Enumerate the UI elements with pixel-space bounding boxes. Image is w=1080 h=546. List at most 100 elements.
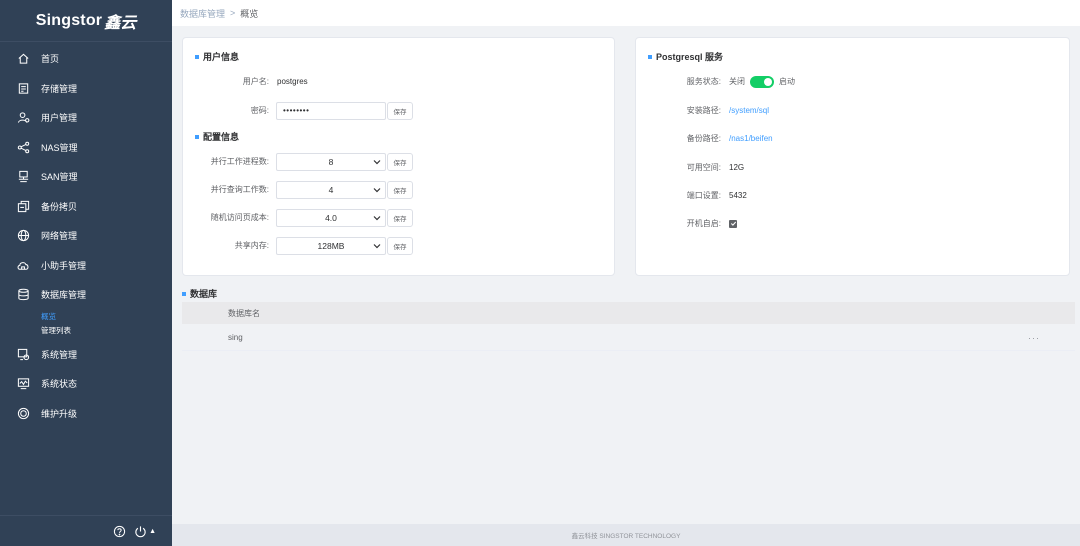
free-space-row: 可用空间: 12G bbox=[636, 158, 744, 177]
breadcrumb-current: 概览 bbox=[240, 8, 259, 19]
breadcrumb-separator: > bbox=[230, 8, 236, 18]
sidebar-item-label: 维护升级 bbox=[41, 408, 78, 419]
backup-label: 备份路径: bbox=[686, 134, 721, 143]
save-shared-memory-button[interactable]: 保存 bbox=[387, 236, 413, 255]
table-row[interactable]: sing ··· bbox=[182, 324, 1075, 351]
sidebar-item-storage[interactable]: 存储管理 bbox=[0, 74, 172, 104]
sidebar-item-database[interactable]: 数据库管理 bbox=[0, 280, 172, 310]
column-header-name: 数据库名 bbox=[228, 308, 260, 318]
autostart-checkbox[interactable] bbox=[729, 219, 737, 228]
install-label: 安装路径: bbox=[686, 106, 721, 115]
sidebar-item-san[interactable]: SAN管理 bbox=[0, 162, 172, 192]
section-marker bbox=[182, 291, 186, 296]
workers-select[interactable]: 8 bbox=[276, 152, 386, 171]
config-row-shared-memory: 共享内存: 128MB 保存 bbox=[183, 236, 413, 255]
breadcrumb-parent[interactable]: 数据库管理 bbox=[180, 7, 225, 20]
service-toggle[interactable] bbox=[750, 75, 774, 88]
backup-path-link[interactable]: /nas1/beifen bbox=[729, 134, 773, 143]
username-row: 用户名: postgres bbox=[183, 72, 308, 91]
service-status-row: 服务状态: 关闭 启动 bbox=[636, 72, 795, 91]
power-icon[interactable] bbox=[134, 525, 147, 538]
database-icon bbox=[16, 288, 30, 302]
select-value: 8 bbox=[328, 156, 334, 167]
monitor-icon bbox=[16, 377, 30, 391]
chevron-down-icon bbox=[373, 215, 381, 220]
cloud-icon bbox=[16, 258, 30, 272]
sidebar-item-system[interactable]: 系统管理 bbox=[0, 340, 172, 370]
sidebar-item-maintenance[interactable]: 维护升级 bbox=[0, 399, 172, 429]
sidebar-item-label: 数据库管理 bbox=[41, 290, 87, 301]
shared-memory-select[interactable]: 128MB bbox=[276, 236, 386, 255]
postgres-title-text: Postgresql 服务 bbox=[656, 52, 724, 62]
logo[interactable]: Singstor 鑫云 bbox=[0, 0, 172, 42]
save-workers-button[interactable]: 保存 bbox=[387, 152, 413, 171]
database-title: 数据库 bbox=[182, 287, 217, 300]
password-label: 密码: bbox=[250, 106, 269, 115]
sidebar-footer: ▲ bbox=[0, 515, 172, 546]
page-cost-select[interactable]: 4.0 bbox=[276, 208, 386, 227]
save-query-workers-button[interactable]: 保存 bbox=[387, 180, 413, 199]
sidebar-nav: 首页 存储管理 用户管理 NAS管理 SAN管理 备份拷贝 网络管理 小助手管理… bbox=[0, 42, 172, 310]
config-row-workers: 并行工作进程数: 8 保存 bbox=[183, 152, 413, 171]
sidebar-item-label: 系统状态 bbox=[41, 379, 78, 390]
password-field[interactable]: •••••••• bbox=[276, 101, 386, 120]
sidebar-item-backup[interactable]: 备份拷贝 bbox=[0, 192, 172, 222]
postgres-card: Postgresql 服务 服务状态: 关闭 启动 安装路径: /system/… bbox=[635, 37, 1070, 276]
save-password-button[interactable]: 保存 bbox=[387, 101, 413, 120]
sidebar-item-label: 存储管理 bbox=[41, 83, 78, 94]
username-value: postgres bbox=[277, 77, 308, 86]
share-icon bbox=[16, 140, 30, 154]
postgres-title: Postgresql 服务 bbox=[648, 50, 723, 63]
database-name: sing bbox=[228, 332, 243, 342]
help-icon[interactable] bbox=[113, 525, 126, 538]
install-path-link[interactable]: /system/sql bbox=[729, 106, 769, 115]
sidebar-nav-lower: 系统管理 系统状态 维护升级 bbox=[0, 338, 172, 429]
config-info-title-text: 配置信息 bbox=[203, 132, 240, 142]
port-row: 端口设置: 5432 bbox=[636, 186, 747, 205]
sidebar-item-home[interactable]: 首页 bbox=[0, 44, 172, 74]
section-marker bbox=[195, 134, 199, 139]
server-icon bbox=[16, 170, 30, 184]
config-info-title: 配置信息 bbox=[195, 130, 239, 143]
table-header: 数据库名 bbox=[182, 302, 1075, 324]
sidebar-item-label: 小助手管理 bbox=[41, 260, 87, 271]
logo-mark: 鑫云 bbox=[104, 14, 137, 32]
sidebar-item-label: 用户管理 bbox=[41, 113, 78, 124]
copy-icon bbox=[16, 199, 30, 213]
sidebar-item-label: NAS管理 bbox=[41, 142, 78, 153]
port-value: 5432 bbox=[729, 191, 747, 200]
password-row: 密码: •••••••• 保存 bbox=[183, 101, 413, 120]
sidebar-item-label: 系统管理 bbox=[41, 349, 78, 360]
select-value: 128MB bbox=[317, 240, 345, 251]
sidebar-item-nas[interactable]: NAS管理 bbox=[0, 133, 172, 163]
sidebar: Singstor 鑫云 首页 存储管理 用户管理 NAS管理 SAN管理 备份拷… bbox=[0, 0, 172, 546]
more-actions-icon[interactable]: ··· bbox=[1028, 333, 1040, 343]
section-marker bbox=[195, 54, 199, 59]
chevron-down-icon bbox=[373, 159, 381, 164]
subnav-manage-list[interactable]: 管理列表 bbox=[0, 324, 172, 338]
switch-on-label: 启动 bbox=[779, 77, 795, 86]
sidebar-item-network[interactable]: 网络管理 bbox=[0, 221, 172, 251]
switch-off-label: 关闭 bbox=[729, 77, 745, 86]
sidebar-item-assistant[interactable]: 小助手管理 bbox=[0, 251, 172, 281]
check-icon bbox=[730, 221, 736, 226]
username-label: 用户名: bbox=[242, 77, 269, 86]
config-label: 并行查询工作数: bbox=[210, 185, 269, 194]
space-value: 12G bbox=[729, 163, 745, 172]
section-marker bbox=[648, 54, 652, 59]
database-table: 数据库名 sing ··· bbox=[182, 302, 1075, 351]
caret-up-icon[interactable]: ▲ bbox=[149, 528, 156, 535]
page-footer: 鑫云科技 SINGSTOR TECHNOLOGY bbox=[172, 524, 1080, 546]
sidebar-item-status[interactable]: 系统状态 bbox=[0, 369, 172, 399]
maintenance-icon bbox=[16, 406, 30, 420]
user-info-title-text: 用户信息 bbox=[203, 52, 240, 62]
query-workers-select[interactable]: 4 bbox=[276, 180, 386, 199]
service-switch-group: 关闭 启动 bbox=[729, 75, 795, 88]
database-subnav: 概览 管理列表 bbox=[0, 310, 172, 338]
subnav-overview[interactable]: 概览 bbox=[0, 310, 172, 324]
toggle-knob bbox=[764, 77, 772, 86]
logo-text: Singstor bbox=[35, 11, 103, 29]
save-page-cost-button[interactable]: 保存 bbox=[387, 208, 413, 227]
config-card: 用户信息 用户名: postgres 密码: •••••••• 保存 配置信息 … bbox=[182, 37, 615, 276]
sidebar-item-users[interactable]: 用户管理 bbox=[0, 103, 172, 133]
